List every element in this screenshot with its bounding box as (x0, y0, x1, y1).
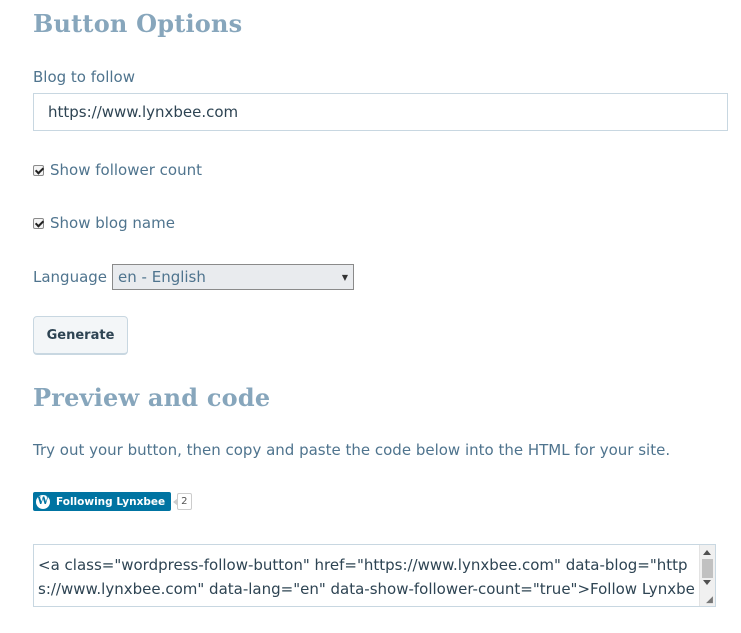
following-button-label: Following Lynxbee (56, 495, 166, 508)
scroll-down-arrow-icon[interactable] (703, 580, 711, 585)
blog-to-follow-label: Blog to follow (33, 68, 135, 86)
section-heading-preview-and-code: Preview and code (33, 383, 271, 412)
show-follower-count-checkbox[interactable] (33, 164, 44, 176)
wordpress-icon: W (36, 494, 50, 509)
preview-description: Try out your button, then copy and paste… (33, 441, 671, 459)
section-heading-button-options: Button Options (33, 9, 243, 38)
follow-button-preview: W Following Lynxbee 2 (33, 492, 192, 511)
show-blog-name-checkbox[interactable] (33, 217, 44, 229)
language-select[interactable]: en - English ▼ (112, 264, 355, 290)
dropdown-arrow-icon: ▼ (341, 272, 349, 282)
scrollbar-thumb[interactable] (702, 559, 713, 578)
language-selected-value: en - English (118, 268, 206, 286)
follower-count-badge: 2 (173, 493, 192, 510)
blog-url-input[interactable] (33, 93, 728, 131)
code-scrollbar[interactable]: ◢ (699, 545, 715, 606)
language-row: Language en - English ▼ (33, 264, 355, 290)
show-follower-count-option[interactable]: Show follower count (33, 161, 202, 179)
generate-button[interactable]: Generate (33, 316, 128, 355)
resize-grip-icon[interactable]: ◢ (706, 595, 713, 605)
show-blog-name-label: Show blog name (50, 214, 175, 232)
scroll-up-arrow-icon[interactable] (703, 550, 711, 555)
language-label: Language (33, 268, 108, 286)
embed-code-textarea[interactable]: <a class="wordpress-follow-button" href=… (33, 544, 716, 607)
following-button[interactable]: W Following Lynxbee (33, 492, 172, 511)
show-blog-name-option[interactable]: Show blog name (33, 214, 175, 232)
show-follower-count-label: Show follower count (50, 161, 202, 179)
